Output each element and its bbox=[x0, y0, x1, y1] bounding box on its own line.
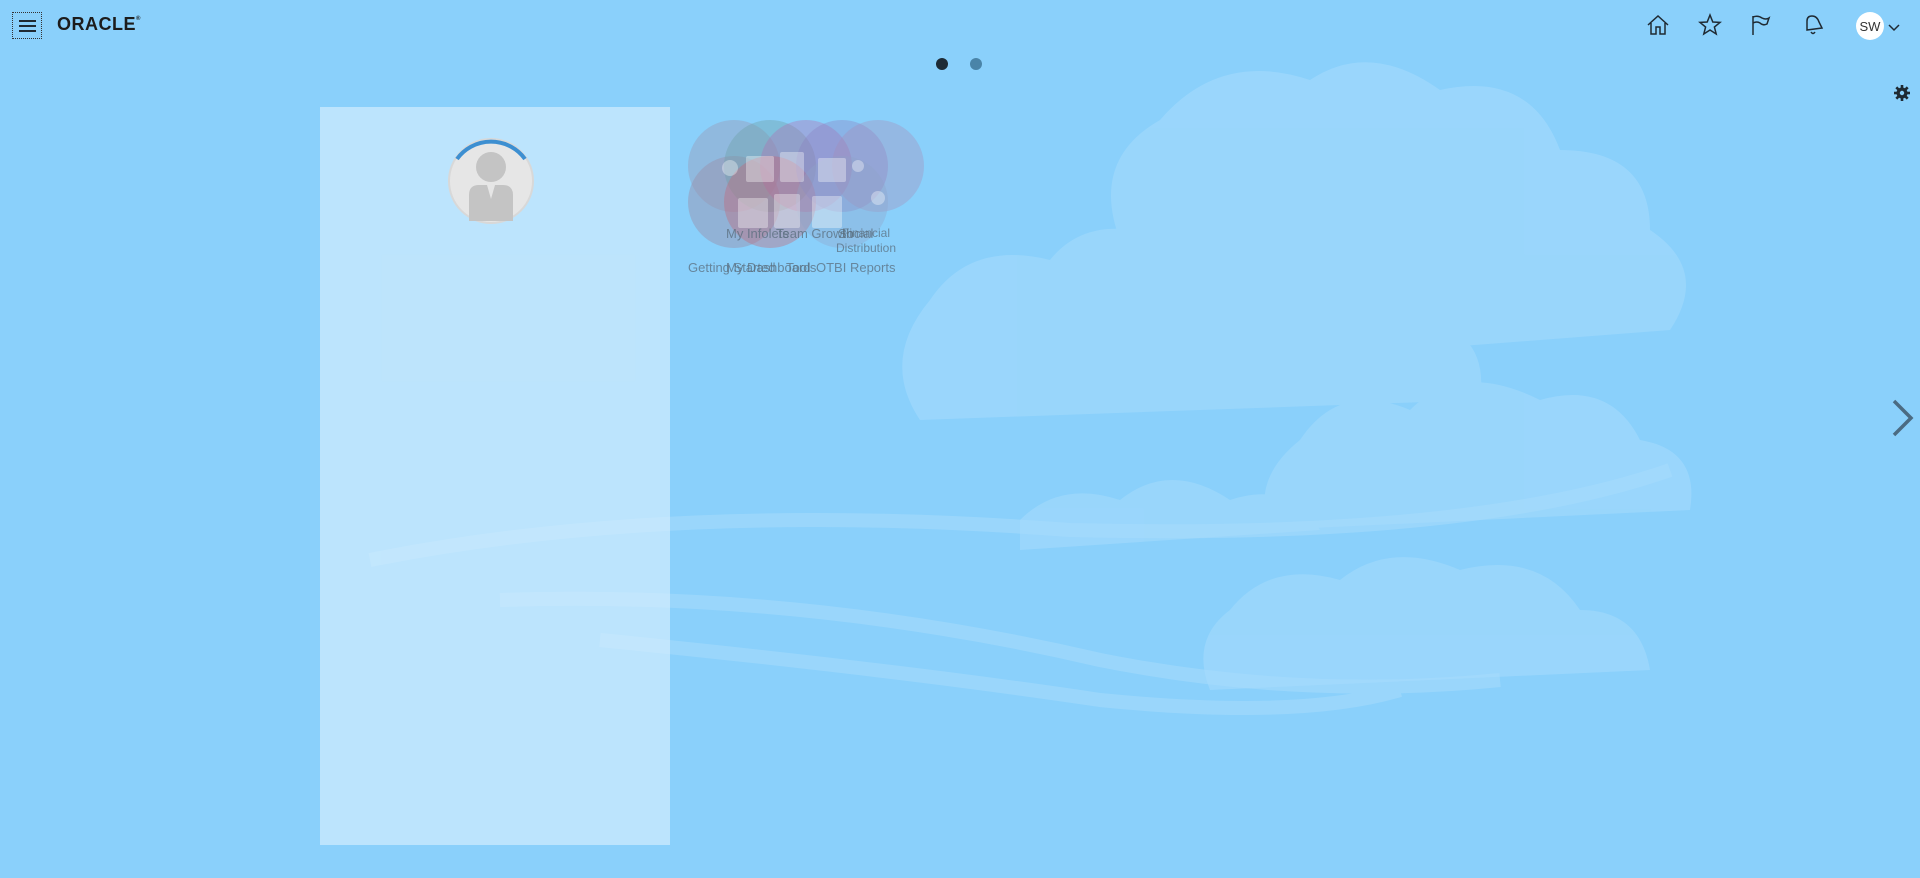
profile-photo[interactable] bbox=[447, 137, 535, 225]
hamburger-icon-line bbox=[19, 20, 36, 22]
top-bar: ORACLE® SW bbox=[0, 0, 1920, 50]
user-avatar[interactable]: SW bbox=[1856, 12, 1884, 40]
hamburger-icon-line bbox=[19, 30, 36, 32]
chevron-down-icon[interactable] bbox=[1888, 19, 1900, 32]
oracle-logo[interactable]: ORACLE® bbox=[57, 14, 141, 35]
page-dot-2[interactable] bbox=[970, 58, 982, 70]
flag-icon[interactable] bbox=[1748, 12, 1774, 38]
next-page-arrow-icon[interactable] bbox=[1890, 398, 1916, 438]
hamburger-icon-line bbox=[19, 25, 36, 27]
navigator-menu-button[interactable] bbox=[12, 12, 42, 39]
app-label-financial-distribution[interactable]: Financial Distribution bbox=[836, 226, 896, 256]
gear-icon[interactable] bbox=[1893, 84, 1911, 102]
star-icon[interactable] bbox=[1697, 12, 1723, 38]
bell-icon[interactable] bbox=[1800, 12, 1826, 38]
welcome-panel bbox=[320, 107, 670, 845]
home-icon[interactable] bbox=[1645, 12, 1671, 38]
user-initials: SW bbox=[1859, 18, 1881, 34]
app-label-tools[interactable]: Tools bbox=[786, 260, 816, 275]
app-label-otbi-reports[interactable]: OTBI Reports bbox=[816, 260, 895, 275]
page-dot-1[interactable] bbox=[936, 58, 948, 70]
springboard-apps: My Infolets Team Growth Social Financial… bbox=[688, 118, 988, 288]
